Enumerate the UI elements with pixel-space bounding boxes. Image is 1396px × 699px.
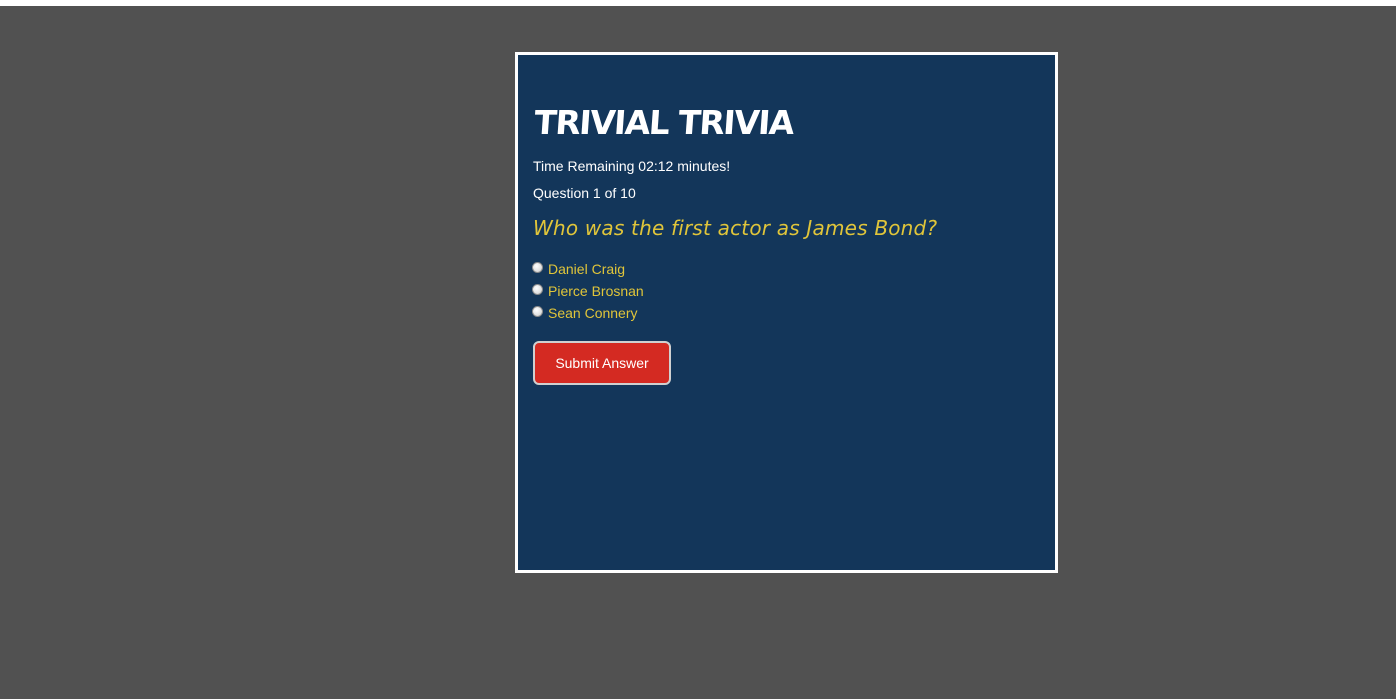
answer-options: Daniel Craig Pierce Brosnan Sean Connery (532, 258, 644, 324)
answer-option-label[interactable]: Pierce Brosnan (548, 283, 644, 299)
page-background: TRIVIAL TRIVIA Time Remaining 02:12 minu… (0, 6, 1396, 699)
submit-answer-button[interactable]: Submit Answer (533, 341, 671, 385)
app-title: TRIVIAL TRIVIA (533, 103, 795, 142)
radio-button[interactable] (532, 283, 543, 295)
question-text: Who was the first actor as James Bond? (533, 216, 938, 240)
quiz-card: TRIVIAL TRIVIA Time Remaining 02:12 minu… (515, 52, 1058, 573)
radio-button[interactable] (532, 305, 543, 317)
answer-option-label[interactable]: Daniel Craig (548, 261, 625, 277)
radio-button[interactable] (532, 261, 543, 273)
answer-option[interactable]: Pierce Brosnan (532, 280, 644, 302)
answer-option[interactable]: Sean Connery (532, 302, 644, 324)
answer-option[interactable]: Daniel Craig (532, 258, 644, 280)
answer-option-label[interactable]: Sean Connery (548, 305, 638, 321)
timer-text: Time Remaining 02:12 minutes! (533, 158, 731, 174)
question-counter: Question 1 of 10 (533, 185, 636, 201)
